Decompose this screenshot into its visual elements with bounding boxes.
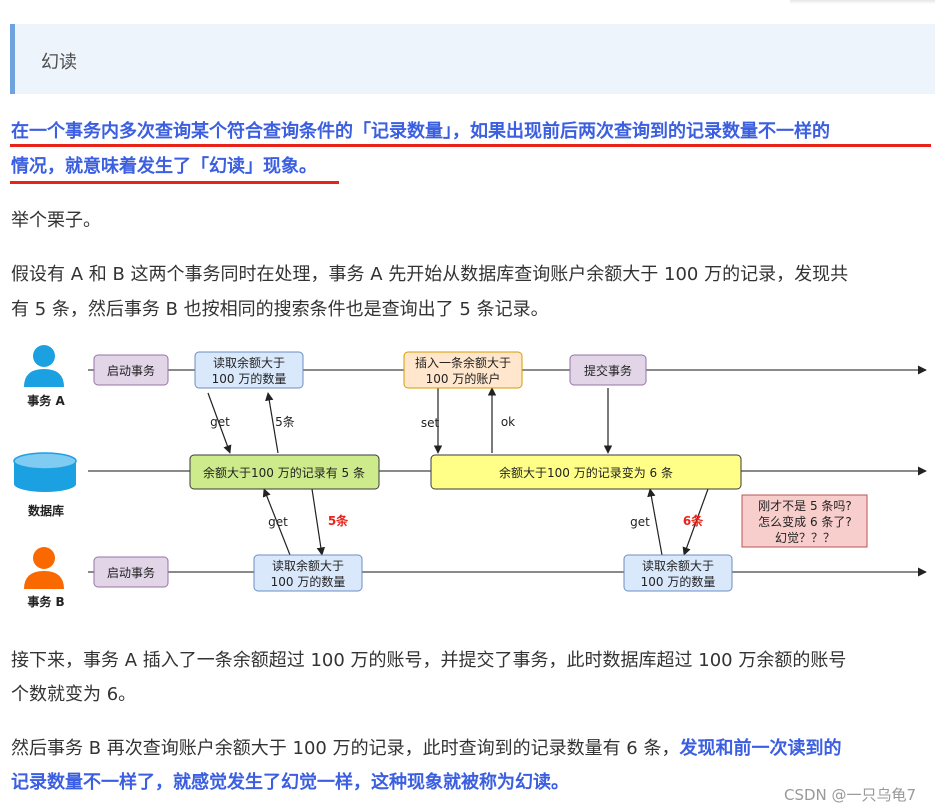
- label-5-b: 5条: [328, 513, 349, 528]
- note-line-3: 幻觉？？？: [775, 531, 835, 545]
- para1-line1: 假设有 A 和 B 这两个事务同时在处理，事务 A 先开始从数据库查询账户余额大…: [11, 264, 849, 285]
- para1-line2: 有 5 条，然后事务 B 也按相同的搜索条件也是查询出了 5 条记录。: [11, 299, 549, 320]
- actor-db-label: 数据库: [28, 503, 64, 518]
- label-set: set: [421, 416, 440, 430]
- a-insert-label-1: 插入一条余额大于: [415, 355, 511, 370]
- database-icon: [13, 452, 77, 492]
- b-read1-label-2: 100 万的数量: [271, 574, 346, 589]
- underline-1: [10, 144, 931, 147]
- actor-b-label: 事务 B: [27, 594, 64, 609]
- b-read1-label-1: 读取余额大于: [272, 558, 344, 573]
- arrow-b-get2: [647, 488, 663, 556]
- para2-line2: 个数就变为 6。: [11, 684, 137, 705]
- heading-callout: 幻读: [10, 24, 935, 94]
- b-read2-label-2: 100 万的数量: [641, 574, 716, 589]
- callout-title: 幻读: [41, 52, 77, 73]
- label-get-a: get: [210, 415, 230, 429]
- db-6-label: 余额大于100 万的记录变为 6 条: [499, 465, 673, 480]
- underline-2: [10, 181, 339, 184]
- csdn-watermark: CSDN @一只乌龟7: [784, 786, 917, 804]
- top-shadow: [790, 0, 935, 4]
- a-read-label-2: 100 万的数量: [212, 371, 287, 386]
- label-6-b: 6条: [683, 513, 704, 528]
- phantom-read-diagram: 事务 A 数据库 事务 B 启动事务 读取余额大于 100 万的数量 插入一条余…: [13, 345, 927, 609]
- label-5-a: 5条: [275, 415, 295, 429]
- para3-line1-bold: 发现和前一次读到的: [679, 738, 842, 759]
- para3-line2-bold: 记录数量不一样了，就感觉发生了幻觉一样，这种现象就被称为幻读。: [11, 772, 569, 793]
- para2-line1: 接下来，事务 A 插入了一条余额超过 100 万的账号，并提交了事务，此时数据库…: [11, 650, 847, 671]
- b-start-label: 启动事务: [107, 565, 155, 580]
- a-insert-label-2: 100 万的账户: [426, 371, 501, 386]
- highlight-line-1: 在一个事务内多次查询某个符合查询条件的「记录数量」，如果出现前后两次查询到的记录…: [11, 121, 830, 142]
- example-text: 举个栗子。: [11, 210, 101, 231]
- b-read2-label-1: 读取余额大于: [642, 558, 714, 573]
- label-get-b1: get: [268, 515, 288, 529]
- db-5-label: 余额大于100 万的记录有 5 条: [203, 465, 365, 480]
- note-line-1: 刚才不是 5 条吗?: [758, 499, 852, 513]
- person-b-icon: [24, 547, 64, 589]
- actor-a-label: 事务 A: [27, 393, 65, 408]
- label-get-b2: get: [630, 515, 650, 529]
- a-read-label-1: 读取余额大于: [213, 355, 285, 370]
- person-a-icon: [24, 345, 64, 387]
- label-ok: ok: [501, 415, 515, 429]
- arrow-b-five: [311, 488, 326, 556]
- highlight-line-2: 情况，就意味着发生了「幻读」现象。: [11, 156, 317, 177]
- a-commit-label: 提交事务: [584, 363, 632, 378]
- a-start-label: 启动事务: [107, 363, 155, 378]
- para3-line2: 记录数量不一样了，就感觉发生了幻觉一样，这种现象就被称为幻读。: [11, 765, 569, 800]
- para3-line1: 然后事务 B 再次查询账户余额大于 100 万的记录，此时查询到的记录数量有 6…: [11, 731, 841, 766]
- note-line-2: 怎么变成 6 条了?: [758, 514, 852, 529]
- para3-line1-normal: 然后事务 B 再次查询账户余额大于 100 万的记录，此时查询到的记录数量有 6…: [11, 738, 680, 759]
